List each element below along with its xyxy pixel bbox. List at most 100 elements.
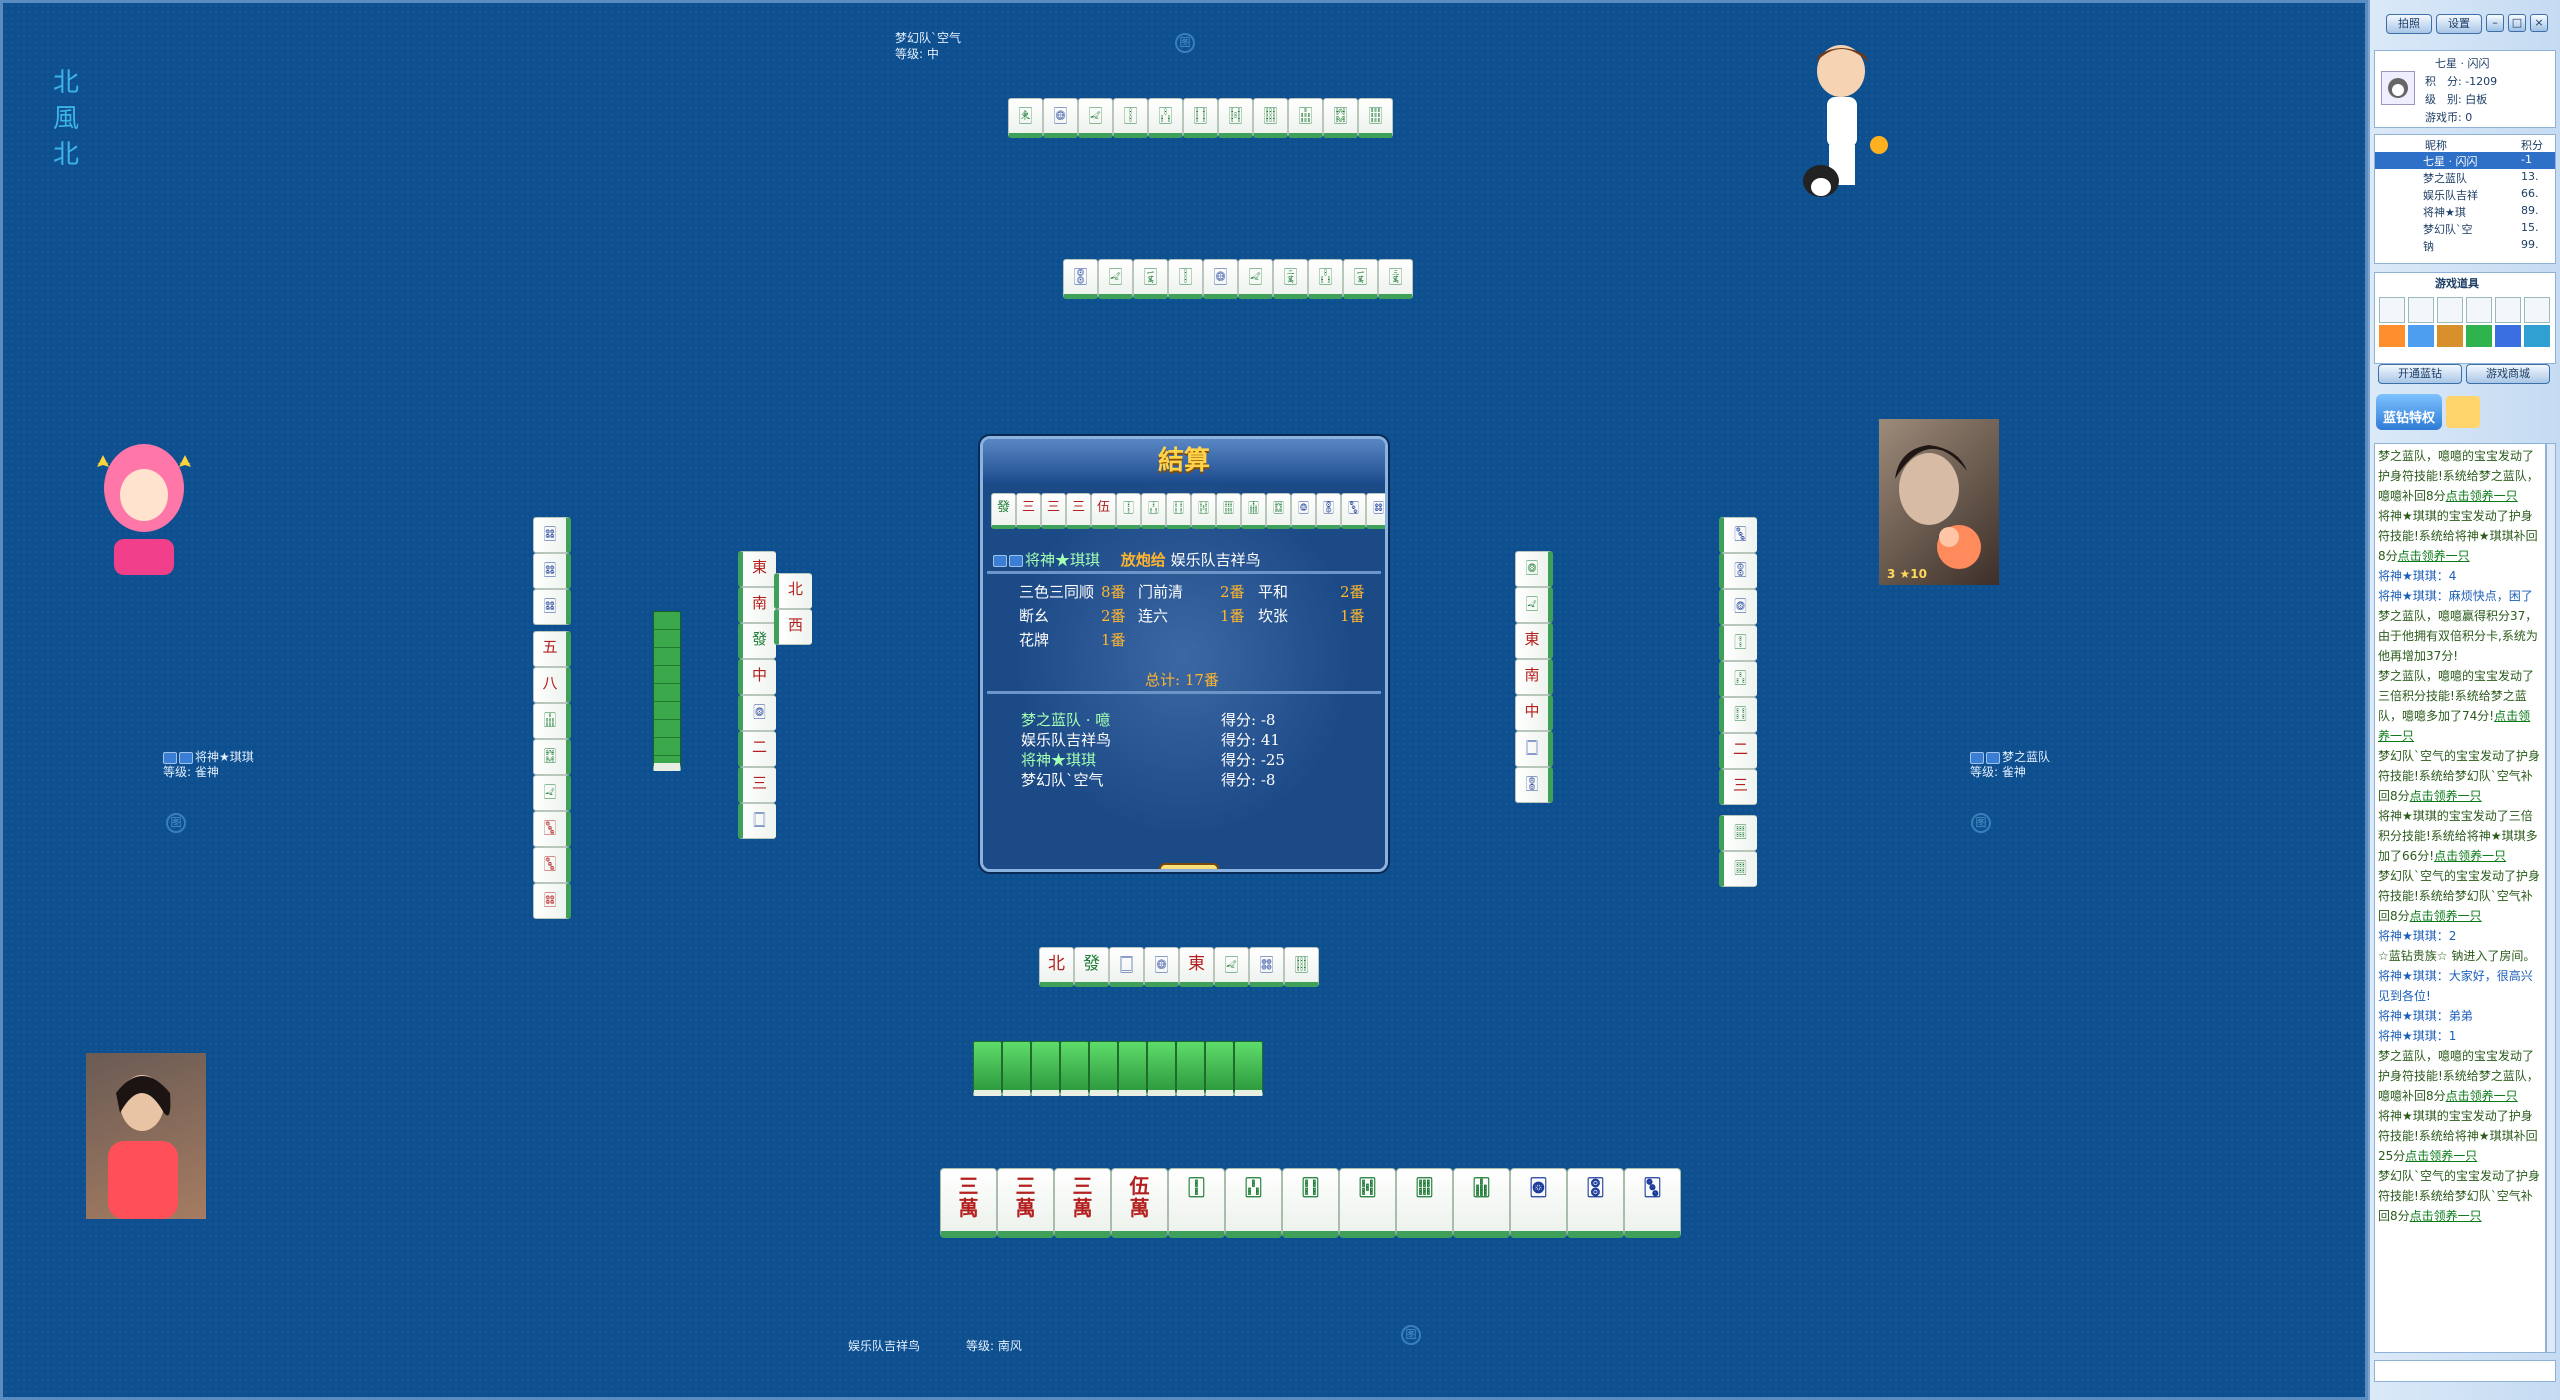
hand-tile[interactable]: 🀖 — [1453, 1168, 1510, 1238]
player-list-row[interactable]: 七星 · 闪闪 -1 — [2375, 152, 2555, 169]
tile: 三 — [1041, 493, 1066, 529]
adopt-link[interactable]: 点击领养一只 — [2434, 849, 2506, 863]
open-blue-diamond-button[interactable]: 开通蓝钻 — [2378, 364, 2462, 384]
adopt-link[interactable]: 点击领养一只 — [2410, 789, 2482, 803]
tile: 🀚 — [1515, 767, 1553, 803]
top-player-melds: 🀀 🀙 🀐 🀑 🀒 🀓 🀔 🀕 🀖 🀗 🀘 — [1008, 98, 1393, 138]
hand-tile[interactable]: 🀑 — [1168, 1168, 1225, 1238]
hand-tile[interactable]: 🀒 — [1225, 1168, 1282, 1238]
tile: 東 — [1179, 947, 1214, 987]
hand-tile[interactable]: 三 萬 — [997, 1168, 1054, 1238]
hand-tile[interactable]: 三 萬 — [940, 1168, 997, 1238]
tile: 🀐 — [1238, 259, 1273, 299]
settings-button[interactable]: 设置 — [2436, 14, 2482, 34]
player-list-score: 99. — [2521, 238, 2539, 251]
tile: 三 — [738, 767, 776, 803]
bottom-wall-stack — [973, 1041, 1263, 1096]
right-player-avatar[interactable]: 3 ★10 — [1879, 419, 1999, 585]
tile: 🀗 — [1323, 98, 1358, 138]
confirm-button[interactable]: 确定 — [1159, 863, 1219, 869]
player-list-name: 七星 · 闪闪 — [2423, 155, 2478, 168]
tile: 三 — [1066, 493, 1091, 529]
fan-value: 2番 — [1220, 583, 1245, 601]
chat-input[interactable] — [2374, 1360, 2556, 1382]
adopt-link[interactable]: 点击领养一只 — [2446, 489, 2518, 503]
prop-items[interactable] — [2379, 325, 2550, 347]
fan-name: 三色三同顺 — [1019, 583, 1095, 601]
tile: 🀚 — [1316, 493, 1341, 529]
gift-icon[interactable] — [2446, 396, 2480, 428]
player-list-score: 13. — [2521, 170, 2539, 183]
hand-tile[interactable]: 伍 萬 — [1111, 1168, 1168, 1238]
left-player-avatar[interactable] — [89, 433, 199, 583]
chat-scrollbar[interactable] — [2546, 443, 2556, 1353]
adopt-link[interactable]: 点击领养一只 — [2398, 549, 2470, 563]
tile: 🀐 — [1098, 259, 1133, 299]
game-shop-button[interactable]: 游戏商城 — [2466, 364, 2550, 384]
chat-message: 将神★琪琪：麻烦快点，困了 — [2378, 586, 2542, 606]
winner-line: 将神★琪琪 放炮给 娱乐队吉祥鸟 — [993, 549, 1261, 570]
tile: 🀕 — [1719, 851, 1757, 887]
adopt-link[interactable]: 点击领养一只 — [2446, 1089, 2518, 1103]
chat-speaker: 将神★琪琪：大家好，很高兴见到各位! — [2378, 969, 2533, 1003]
adopt-link[interactable]: 点击领养一只 — [2410, 1209, 2482, 1223]
hand-tile[interactable]: 🀔 — [1339, 1168, 1396, 1238]
adopt-link[interactable]: 点击领养一只 — [2410, 909, 2482, 923]
tile: 🀕 — [1284, 947, 1319, 987]
fan-value: 2番 — [1340, 583, 1365, 601]
fan-value: 8番 — [1101, 583, 1126, 601]
player-list-row[interactable]: 娱乐队吉祥 66. — [2375, 186, 2555, 203]
tile: 🀜 — [1249, 947, 1284, 987]
prop-slots[interactable] — [2379, 297, 2550, 323]
top-player-avatar[interactable] — [1791, 41, 1901, 201]
left-player-melds: 🀜 🀜 🀜 五八 🀖 🀗 🀐 🀛 🀛 🀜 — [533, 517, 571, 919]
tile: 🀔 — [1191, 493, 1216, 529]
player-list-score: 15. — [2521, 221, 2539, 234]
hand-tile[interactable]: 🀙 — [1510, 1168, 1567, 1238]
adopt-link[interactable]: 点击领养一只 — [2405, 1149, 2477, 1163]
close-icon[interactable]: × — [2530, 14, 2548, 32]
fan-name: 门前清 — [1138, 583, 1184, 601]
maximize-icon[interactable]: □ — [2508, 14, 2526, 32]
chat-message: 梦之蓝队，噫噫的宝宝发动了三倍积分技能!系统给梦之蓝队，噫噫多加了74分!点击领… — [2378, 666, 2542, 746]
tile: 北 — [774, 573, 812, 609]
chat-text: ☆蓝钻贵族☆ 钠进入了房间。 — [2378, 949, 2536, 963]
minimize-icon[interactable]: – — [2486, 14, 2504, 32]
player-list-row[interactable]: 梦幻队`空 15. — [2375, 220, 2555, 237]
dialog-title: 結算 — [983, 439, 1385, 483]
player-list-row[interactable]: 将神★琪 89. — [2375, 203, 2555, 220]
total-fan: 总计: 17番 — [1145, 671, 1219, 689]
col-nick: 昵称 — [2425, 139, 2447, 152]
player-list-row[interactable]: 梦之蓝队 13. — [2375, 169, 2555, 186]
chat-text: 梦之蓝队，噫噫赢得积分37，由于他拥有双倍积分卡,系统为他再增加37分! — [2378, 609, 2538, 663]
hand-tile[interactable]: 三 萬 — [1054, 1168, 1111, 1238]
hand-tile[interactable]: 🀕 — [1396, 1168, 1453, 1238]
tile: 🀙 — [1203, 259, 1238, 299]
tile: 🀚 — [1063, 259, 1098, 299]
chat-message: 将神★琪琪：1 — [2378, 1026, 2542, 1046]
hand-tile[interactable]: 🀚 — [1567, 1168, 1624, 1238]
player-hand[interactable]: 三 萬三 萬三 萬伍 萬 🀑 🀒 🀓 🀔 🀕 🀖 🀙 🀚 🀛 — [940, 1168, 1681, 1238]
tile: 🀛 — [1719, 517, 1757, 553]
fire-label: 放炮给 — [1120, 551, 1166, 569]
player-list-row[interactable]: 钠 99. — [2375, 237, 2555, 254]
left-discard-col-2: 北西 — [774, 573, 812, 645]
user-coins: 游戏币: 0 — [2425, 111, 2473, 124]
tile: 🀇 — [1133, 259, 1168, 299]
right-player-level: 等级: 雀神 — [1970, 765, 2026, 779]
blue-diamond-privilege[interactable]: 蓝钻特权 — [2376, 394, 2442, 430]
chat-speaker: 将神★琪琪：1 — [2378, 1029, 2457, 1043]
score-name: 梦幻队`空气 — [1021, 771, 1104, 789]
bottom-player-avatar[interactable] — [86, 1053, 206, 1219]
tile: 發 — [991, 493, 1016, 529]
photo-button[interactable]: 拍照 — [2386, 14, 2432, 34]
tile: 南 — [738, 587, 776, 623]
tile: 🀑 — [1719, 625, 1757, 661]
chat-log[interactable]: 梦之蓝队，噫噫的宝宝发动了护身符技能!系统给梦之蓝队，噫噫补回8分点击领养一只将… — [2374, 443, 2546, 1353]
hand-tile[interactable]: 🀓 — [1282, 1168, 1339, 1238]
tile: 🀉 — [1378, 259, 1413, 299]
hand-tile[interactable]: 🀛 — [1624, 1168, 1681, 1238]
score-name: 娱乐队吉祥鸟 — [1021, 731, 1112, 749]
left-player-level: 等级: 雀神 — [163, 765, 219, 779]
tile: 🀛 — [533, 811, 571, 847]
